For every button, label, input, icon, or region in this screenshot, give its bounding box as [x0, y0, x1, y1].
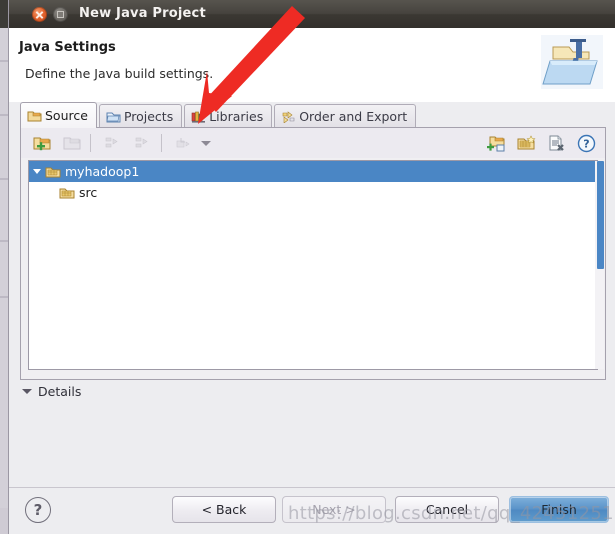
- watermark-text: https://blog.csdn.net/qq_42451251: [288, 503, 614, 524]
- wizard-header: Java Settings Define the Java build sett…: [9, 28, 615, 103]
- libraries-books-icon: [191, 111, 206, 123]
- add-source-folder-icon: [59, 130, 85, 156]
- filter-icon: [171, 130, 197, 156]
- tree-row-project-label: myhadoop1: [65, 164, 140, 179]
- link-source-icon: [100, 130, 126, 156]
- chevron-down-icon[interactable]: [197, 130, 215, 156]
- title-bar: New Java Project: [9, 0, 615, 29]
- source-tab-panel: ? myhadoop1 src: [20, 128, 606, 380]
- tab-libraries[interactable]: Libraries: [184, 104, 273, 128]
- new-java-project-dialog: New Java Project Java Settings Define th…: [9, 0, 615, 534]
- add-external-icon: [130, 130, 156, 156]
- tab-libraries-label: Libraries: [209, 109, 264, 124]
- back-button[interactable]: < Back: [172, 496, 276, 523]
- tree-row-src-label: src: [79, 185, 98, 200]
- build-path-tree[interactable]: myhadoop1 src: [28, 160, 598, 370]
- maximize-icon[interactable]: [53, 7, 68, 22]
- dialog-screen: New Java Project Java Settings Define th…: [0, 0, 615, 534]
- details-label: Details: [38, 383, 82, 399]
- help-circle-icon[interactable]: ?: [573, 130, 599, 156]
- details-expander[interactable]: Details: [22, 381, 81, 401]
- tree-row-project[interactable]: myhadoop1: [29, 161, 597, 182]
- page-subtitle: Define the Java build settings.: [25, 66, 214, 81]
- triangle-down-icon[interactable]: [29, 161, 45, 182]
- question-mark-icon[interactable]: ?: [25, 497, 51, 523]
- source-folder-icon: [27, 111, 42, 122]
- desktop-background: [0, 0, 10, 534]
- toolbar-separator: [90, 134, 91, 152]
- java-project-folder-icon: [539, 31, 605, 93]
- project-folder-icon: [45, 167, 61, 177]
- tab-order-and-export-label: Order and Export: [299, 109, 408, 124]
- tab-source-label: Source: [45, 108, 88, 123]
- add-folder-green-icon[interactable]: [483, 130, 509, 156]
- add-folder-icon[interactable]: [29, 130, 55, 156]
- triangle-down-icon: [22, 388, 32, 394]
- tab-projects-label: Projects: [123, 109, 174, 124]
- page-title: Java Settings: [19, 40, 116, 55]
- projects-folder-icon: [106, 112, 121, 123]
- tab-underline: [20, 127, 606, 128]
- tab-strip: Source Projects Libraries Order and Expo…: [9, 102, 615, 128]
- tab-projects[interactable]: Projects: [98, 104, 183, 128]
- order-export-icon: [282, 111, 295, 123]
- remove-source-icon[interactable]: [543, 130, 569, 156]
- close-icon[interactable]: [32, 7, 47, 22]
- window-title: New Java Project: [79, 6, 206, 21]
- tab-source[interactable]: Source: [20, 102, 97, 128]
- svg-text:?: ?: [583, 137, 589, 150]
- tree-scrollbar-thumb[interactable]: [597, 161, 604, 269]
- tree-row-src[interactable]: src: [29, 182, 597, 203]
- link-source-star-icon[interactable]: [513, 130, 539, 156]
- toolbar-separator-2: [161, 134, 162, 152]
- source-folder-icon: [59, 188, 75, 198]
- tab-order-and-export[interactable]: Order and Export: [274, 104, 417, 128]
- panel-toolbar: ?: [21, 128, 605, 158]
